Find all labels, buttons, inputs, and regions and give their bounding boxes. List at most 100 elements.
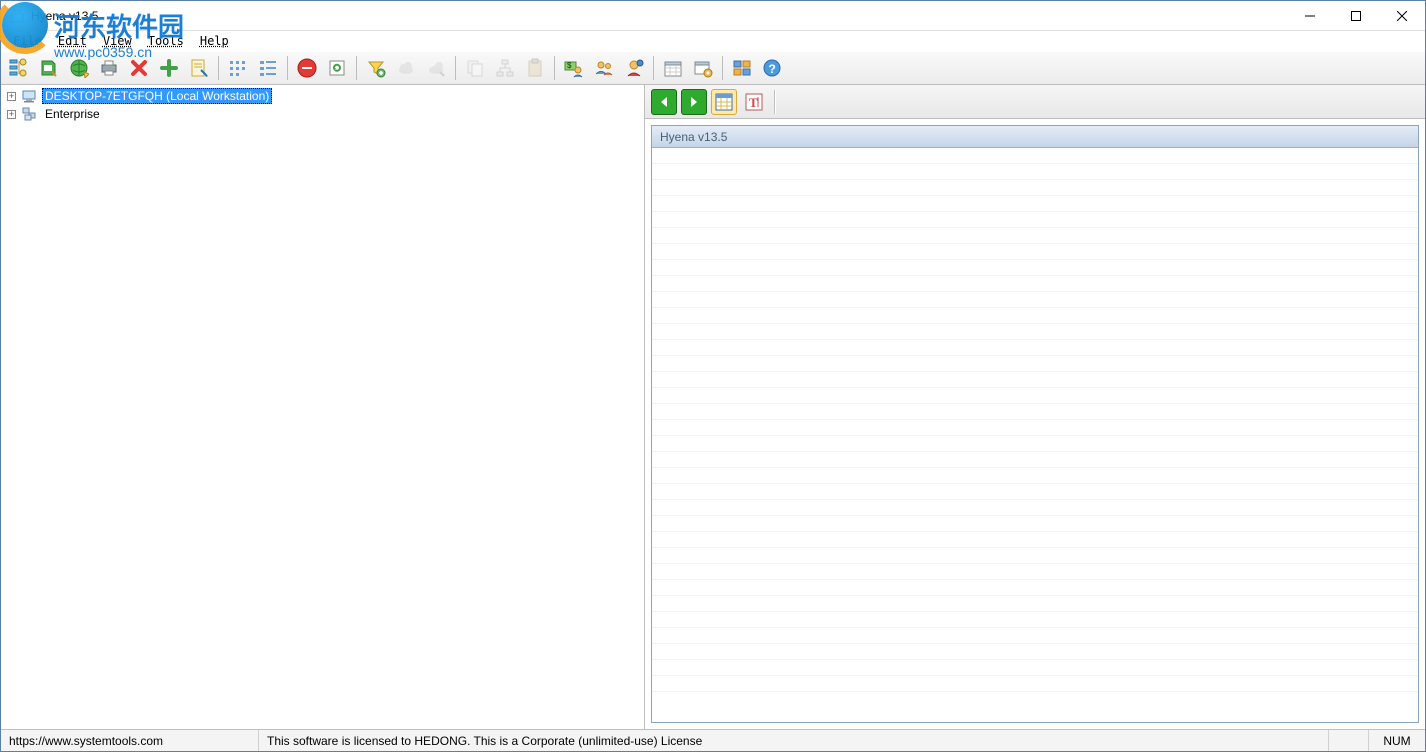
list-row [652,644,1418,660]
copy-icon[interactable] [461,54,489,82]
right-panel: T Hyena v13.5 [645,85,1425,729]
paste-icon[interactable] [521,54,549,82]
window-title: Hyena v13.5 [31,9,1287,23]
app-icon [9,8,25,24]
app-window: Hyena v13.5 File Edit View Tools Help [0,0,1426,752]
right-toolbar: T [645,85,1425,119]
status-license: This software is licensed to HEDONG. Thi… [259,730,1329,751]
tree-panel[interactable]: + DESKTOP-7ETGFQH (Local Workstation) + … [1,85,645,729]
object-tree: + DESKTOP-7ETGFQH (Local Workstation) + … [1,87,644,123]
cloud2-icon[interactable] [422,54,450,82]
tree-item-label: Enterprise [42,107,103,121]
menu-help[interactable]: Help [192,33,237,49]
refresh-icon[interactable] [323,54,351,82]
list-row [652,564,1418,580]
list-row [652,228,1418,244]
body-split: + DESKTOP-7ETGFQH (Local Workstation) + … [1,85,1425,729]
menu-bar: File Edit View Tools Help [1,31,1425,51]
small-icons-icon[interactable] [224,54,252,82]
toolbar-separator [287,56,288,80]
close-button[interactable] [1379,1,1425,31]
tree-servers-icon[interactable] [5,54,33,82]
expand-icon[interactable]: + [7,110,16,119]
menu-edit[interactable]: Edit [50,33,95,49]
calendar-gear-icon[interactable] [689,54,717,82]
list-row [652,260,1418,276]
list-row [652,292,1418,308]
status-numlock: NUM [1369,730,1425,751]
list-row [652,164,1418,180]
list-row [652,388,1418,404]
status-bar: https://www.systemtools.com This softwar… [1,729,1425,751]
svg-text:$: $ [567,61,572,70]
calendar-icon[interactable] [659,54,687,82]
minimize-button[interactable] [1287,1,1333,31]
tiles-icon[interactable] [728,54,756,82]
list-row [652,148,1418,164]
list-row [652,660,1418,676]
cloud1-icon[interactable] [392,54,420,82]
toolbar-separator [653,56,654,80]
menu-view[interactable]: View [95,33,140,49]
status-spacer [1329,730,1369,751]
list-row [652,500,1418,516]
content-list[interactable] [652,148,1418,722]
expand-icon[interactable]: + [7,92,16,101]
toolbar-separator [455,56,456,80]
list-row [652,404,1418,420]
list-row [652,452,1418,468]
content-list-container: Hyena v13.5 [651,125,1419,723]
world-icon[interactable] [65,54,93,82]
svg-text:?: ? [769,62,776,76]
servers-icon [22,106,38,122]
tree-item-label: DESKTOP-7ETGFQH (Local Workstation) [42,88,272,104]
money-user-icon[interactable]: $ [560,54,588,82]
properties-note-icon[interactable] [185,54,213,82]
user-head-icon[interactable] [620,54,648,82]
list-row [652,324,1418,340]
org-chart-icon[interactable] [491,54,519,82]
toolbar-separator [554,56,555,80]
stop-icon[interactable] [293,54,321,82]
list-row [652,196,1418,212]
tree-item-local-workstation[interactable]: + DESKTOP-7ETGFQH (Local Workstation) [1,87,644,105]
add-plus-icon[interactable] [155,54,183,82]
list-row [652,308,1418,324]
list-view-icon[interactable] [254,54,282,82]
nav-forward-button[interactable] [681,89,707,115]
book-add-icon[interactable] [35,54,63,82]
menu-tools[interactable]: Tools [140,33,192,49]
help-icon[interactable]: ? [758,54,786,82]
list-row [652,612,1418,628]
menu-file[interactable]: File [5,33,50,49]
title-bar: Hyena v13.5 [1,1,1425,31]
list-row [652,580,1418,596]
list-row [652,516,1418,532]
list-row [652,420,1418,436]
print-icon[interactable] [95,54,123,82]
list-row [652,484,1418,500]
list-row [652,468,1418,484]
list-row [652,628,1418,644]
tree-item-enterprise[interactable]: + Enterprise [1,105,644,123]
toolbar-separator [722,56,723,80]
content-header[interactable]: Hyena v13.5 [652,126,1418,148]
toggle-grid-button[interactable] [711,89,737,115]
delete-x-icon[interactable] [125,54,153,82]
list-row [652,676,1418,692]
nav-back-button[interactable] [651,89,677,115]
maximize-button[interactable] [1333,1,1379,31]
users-icon[interactable] [590,54,618,82]
list-row [652,212,1418,228]
toggle-text-button[interactable]: T [741,89,767,115]
filter-icon[interactable] [362,54,390,82]
list-row [652,180,1418,196]
status-url: https://www.systemtools.com [1,730,259,751]
list-row [652,356,1418,372]
list-row [652,276,1418,292]
list-row [652,596,1418,612]
list-row [652,340,1418,356]
toolbar-separator [356,56,357,80]
svg-text:T: T [749,95,758,110]
list-row [652,372,1418,388]
